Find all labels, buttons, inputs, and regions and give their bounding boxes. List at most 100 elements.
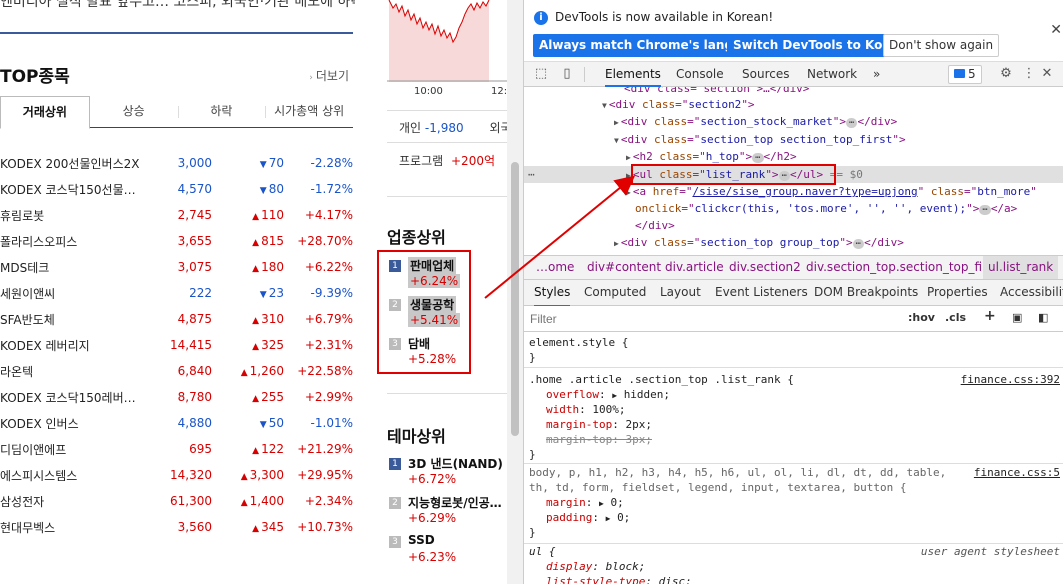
tab-dom-breakpoints[interactable]: DOM Breakpoints (814, 280, 918, 305)
style-decl[interactable]: list-style-type: disc; (546, 574, 692, 584)
add-rule-button[interactable]: + (984, 308, 996, 324)
stock-name[interactable]: MDS테크 (0, 259, 140, 276)
crumb[interactable]: …ome (536, 256, 574, 279)
crumb[interactable]: div.section2 (729, 256, 801, 279)
ellipsis-icon[interactable]: ⋯ (752, 153, 764, 163)
expand-arrow-icon[interactable]: ▶ (614, 239, 619, 248)
style-decl[interactable]: margin: ▶ 0; (546, 495, 624, 511)
gear-icon[interactable]: ⚙ (998, 66, 1014, 82)
dom-node[interactable]: ▶ <div class="section_stock_market"> ⋯ </di… (614, 113, 897, 130)
stock-name[interactable]: SFA반도체 (0, 311, 140, 328)
tab-console[interactable]: Console (676, 62, 724, 87)
stock-name[interactable]: KODEX 코스닥150선물… (0, 181, 140, 198)
style-decl[interactable]: margin-top: 2px; (546, 417, 652, 432)
table-row[interactable]: KODEX 인버스 4,880 ▼ 50 -1.01% (0, 410, 353, 436)
more-link[interactable]: › 더보기 (309, 67, 349, 84)
node-options-icon[interactable]: ⋯ (528, 166, 535, 183)
rule-source-link[interactable]: finance.css:392 (961, 372, 1060, 387)
issues-button[interactable]: 5 (948, 65, 982, 84)
crumb[interactable]: div.article (665, 256, 724, 279)
dom-node[interactable]: ▼ <div class="section_top section_top_fir… (614, 131, 906, 148)
device-toggle-icon[interactable]: ▯ (559, 66, 575, 82)
tab-styles[interactable]: Styles (534, 280, 571, 307)
news-headline-cut[interactable]: 엔비디아 실적 발표 앞두고… 코스피, 외국인·기관 매도에 하락 (0, 0, 355, 11)
style-decl[interactable]: padding: ▶ 0; (546, 510, 630, 526)
item-name[interactable]: 지능형로봇/인공… (408, 494, 502, 511)
dom-node[interactable]: ▶ <div class="section_top group_top"> ⋯ </d… (614, 234, 904, 251)
dom-node[interactable]: ▼ <div class="section2"> (602, 96, 755, 113)
stock-name[interactable]: 삼성전자 (0, 493, 140, 510)
crumb-active[interactable]: ul.list_rank (983, 256, 1059, 279)
stock-name[interactable]: 디딤이앤에프 (0, 441, 140, 458)
attr-link[interactable]: /sise/sise_group.naver?type=upjong (692, 185, 917, 198)
more-label[interactable]: 더보기 (316, 69, 349, 83)
tab-accessibility[interactable]: Accessibility (1000, 280, 1063, 305)
cls-button[interactable]: .cls (945, 311, 966, 324)
tab-layout[interactable]: Layout (660, 280, 701, 305)
expand-arrow-icon[interactable]: ▼ (614, 136, 619, 145)
table-row[interactable]: KODEX 코스닥150선물… 4,570 ▼ 80 -1.72% (0, 176, 353, 202)
close-icon[interactable]: ✕ (1039, 66, 1055, 82)
expand-arrow-icon[interactable]: ▶ (614, 118, 619, 127)
expand-arrow-icon[interactable]: ▶ (599, 499, 604, 508)
rule-source-link[interactable]: finance.css:5 (974, 465, 1060, 480)
style-decl[interactable]: overflow: ▶ hidden; (546, 387, 670, 403)
stock-name[interactable]: KODEX 코스닥150레버… (0, 389, 140, 406)
stock-name[interactable]: 휴림로봇 (0, 207, 140, 224)
more-tabs-icon[interactable]: » (873, 62, 880, 87)
inspect-icon[interactable]: ⬚ (533, 66, 549, 82)
expand-arrow-icon[interactable]: ▼ (602, 101, 607, 110)
paint-icon[interactable]: ▣ (1012, 311, 1022, 324)
ellipsis-icon[interactable]: ⋯ (979, 205, 991, 215)
table-row[interactable]: MDS테크 3,075 ▲ 180 +6.22% (0, 254, 353, 280)
style-decl[interactable]: width: 100%; (546, 402, 626, 417)
tab-sources[interactable]: Sources (742, 62, 789, 87)
table-row[interactable]: 라온텍 6,840 ▲ 1,260 +22.58% (0, 358, 353, 384)
tab-properties[interactable]: Properties (927, 280, 988, 305)
tab-event-listeners[interactable]: Event Listeners (715, 280, 808, 305)
stock-name[interactable]: 폴라리스오피스 (0, 233, 140, 250)
rule-selector[interactable]: element.style { (529, 335, 628, 350)
tab-market-cap[interactable]: 시가총액 상위 (265, 96, 353, 127)
table-row[interactable]: 현대무벡스 3,560 ▲ 345 +10.73% (0, 514, 353, 540)
kebab-menu-icon[interactable]: ⋮ (1021, 66, 1037, 82)
rule-selector[interactable]: body, p, h1, h2, h3, h4, h5, h6, ul, ol,… (529, 465, 946, 480)
table-row[interactable]: 디딤이앤에프 695 ▲ 122 +21.29% (0, 436, 353, 462)
crumb[interactable]: div.section_top.section_top_first (806, 256, 998, 279)
expand-arrow-icon[interactable]: ▶ (626, 188, 631, 197)
ellipsis-icon[interactable]: ⋯ (852, 239, 865, 249)
filter-input[interactable] (528, 310, 900, 328)
rule-selector[interactable]: .home .article .section_top .list_rank { (529, 372, 794, 387)
scroll-thumb[interactable] (511, 162, 519, 436)
stock-name[interactable]: KODEX 레버리지 (0, 337, 140, 354)
tab-volume[interactable]: 거래상위 (0, 96, 90, 129)
table-row[interactable]: 삼성전자 61,300 ▲ 1,400 +2.34% (0, 488, 353, 514)
table-row[interactable]: 폴라리스오피스 3,655 ▲ 815 +28.70% (0, 228, 353, 254)
style-decl-overridden[interactable]: margin-top: 3px; (546, 432, 652, 447)
tab-rise[interactable]: 상승 (90, 96, 178, 127)
rule-selector[interactable]: ul { (529, 544, 556, 559)
stock-name[interactable]: 현대무벡스 (0, 519, 140, 536)
table-row[interactable]: 세원이앤씨 222 ▼ 23 -9.39% (0, 280, 353, 306)
stock-name[interactable]: 에스피시스템스 (0, 467, 140, 484)
dom-node[interactable]: ▶ <a href="/sise/sise_group.naver?type=up… (626, 183, 1037, 200)
hov-button[interactable]: :hov (908, 311, 935, 324)
ellipsis-icon[interactable]: ⋯ (846, 118, 858, 128)
stock-name[interactable]: 세원이앤씨 (0, 285, 140, 302)
dont-show-button[interactable]: Don't show again (883, 34, 1000, 57)
list-item[interactable]: 1 3D 낸드(NAND) +6.72% (387, 455, 507, 494)
list-item[interactable]: 3 SSD +6.23% (387, 533, 507, 572)
tab-elements[interactable]: Elements (605, 62, 661, 87)
expand-arrow-icon[interactable]: ▶ (606, 514, 611, 523)
tab-network[interactable]: Network (807, 62, 857, 87)
item-name[interactable]: SSD (408, 533, 435, 547)
style-decl[interactable]: display: block; (546, 559, 645, 574)
stock-name[interactable]: KODEX 200선물인버스2X (0, 155, 140, 172)
stock-name[interactable]: KODEX 인버스 (0, 415, 140, 432)
table-row[interactable]: 에스피시스템스 14,320 ▲ 3,300 +29.95% (0, 462, 353, 488)
stock-name[interactable]: 라온텍 (0, 363, 140, 380)
close-icon[interactable]: ✕ (1050, 22, 1062, 38)
table-row[interactable]: KODEX 200선물인버스2X 3,000 ▼ 70 -2.28% (0, 150, 353, 176)
table-row[interactable]: SFA반도체 4,875 ▲ 310 +6.79% (0, 306, 353, 332)
sidebar-toggle-icon[interactable]: ◧ (1038, 311, 1048, 324)
